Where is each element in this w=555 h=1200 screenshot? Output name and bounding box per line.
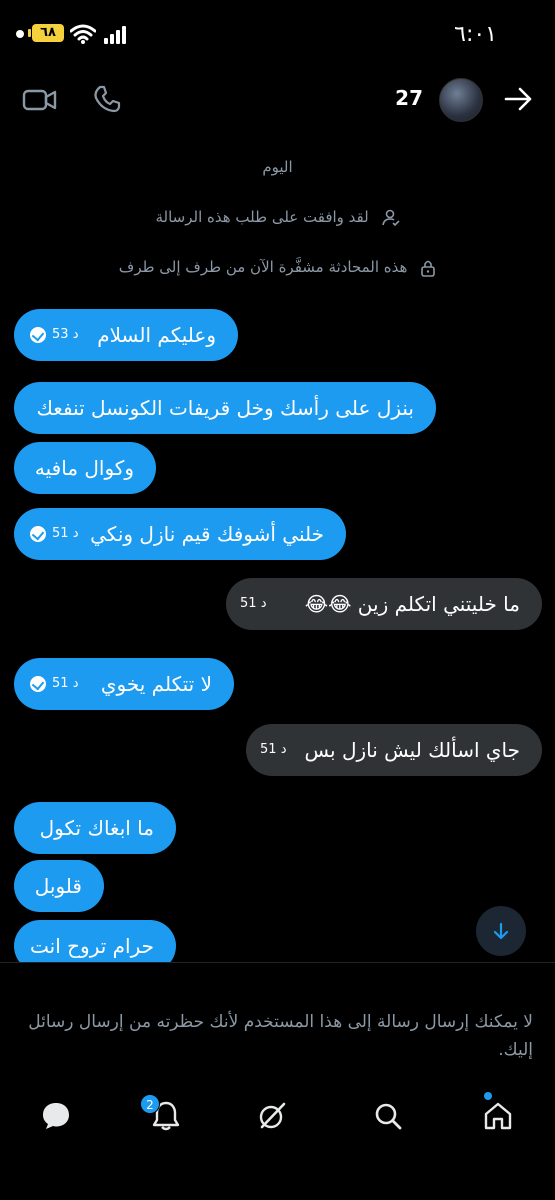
message-bubble-sent[interactable]: خلني أشوفك قيم نازل ونكي 51 د bbox=[14, 508, 346, 560]
message-text: خلني أشوفك قيم نازل ونكي bbox=[90, 522, 324, 546]
message-time: 51 د bbox=[52, 526, 79, 541]
video-call-icon[interactable] bbox=[22, 86, 58, 114]
arrow-down-icon bbox=[493, 922, 509, 940]
back-arrow-icon[interactable] bbox=[501, 82, 535, 116]
status-bar: ٦٨ ٦:٠١ bbox=[0, 0, 555, 66]
message-bubble-sent[interactable]: لا تتكلم يخوي 51 د bbox=[14, 658, 234, 710]
status-time: ٦:٠١ bbox=[454, 22, 497, 47]
message-text: ما خليتني اتكلم زين 😂😂 bbox=[304, 592, 520, 616]
date-separator: اليوم bbox=[262, 158, 293, 176]
contact-name[interactable]: 27 bbox=[395, 86, 423, 110]
message-bubble-sent[interactable]: ما ابغاك تكول bbox=[14, 802, 176, 854]
messages-tab[interactable] bbox=[34, 1094, 78, 1138]
home-tab[interactable] bbox=[476, 1094, 520, 1138]
message-time: 51 د bbox=[260, 742, 287, 757]
message-meta: 53 د bbox=[30, 309, 78, 361]
message-text: لا تتكلم يخوي bbox=[100, 672, 212, 696]
wifi-icon bbox=[70, 24, 96, 44]
message-bubble-sent[interactable]: بنزل على رأسك وخل قريفات الكونسل تنفعك bbox=[14, 382, 436, 434]
search-icon bbox=[375, 1103, 402, 1130]
encryption-text: هذه المحادثة مشفَّرة الآن من طرف إلى طرف bbox=[118, 258, 408, 276]
bottom-navigation: 2 bbox=[0, 1080, 555, 1154]
search-tab[interactable] bbox=[366, 1094, 410, 1138]
read-check-icon bbox=[30, 526, 46, 542]
message-meta: 51 د bbox=[30, 508, 78, 560]
message-time: 51 د bbox=[52, 676, 79, 691]
message-text: بنزل على رأسك وخل قريفات الكونسل تنفعك bbox=[36, 396, 414, 420]
encryption-notice: هذه المحادثة مشفَّرة الآن من طرف إلى طرف bbox=[0, 258, 555, 277]
blocked-notice: لا يمكنك إرسال رسالة إلى هذا المستخدم لأ… bbox=[28, 1012, 533, 1060]
battery-indicator: ٦٨ bbox=[28, 24, 64, 42]
home-unread-dot bbox=[484, 1092, 492, 1100]
phone-call-icon[interactable] bbox=[92, 84, 122, 114]
message-text: وكوال مافيه bbox=[34, 456, 134, 480]
person-check-icon bbox=[381, 209, 400, 226]
message-text: ما ابغاك تكول bbox=[39, 816, 154, 840]
system-gesture-bar bbox=[0, 1160, 555, 1200]
notifications-badge: 2 bbox=[140, 1094, 160, 1114]
scroll-to-bottom-button[interactable] bbox=[476, 906, 526, 956]
message-time: 51 د bbox=[240, 596, 267, 611]
read-check-icon bbox=[30, 327, 46, 343]
home-icon bbox=[484, 1102, 512, 1130]
grok-tab[interactable] bbox=[250, 1094, 294, 1138]
message-bubble-sent[interactable]: وكوال مافيه bbox=[14, 442, 156, 494]
request-accepted-text: لقد وافقت على طلب هذه الرسالة bbox=[155, 208, 369, 226]
message-meta: 51 د bbox=[260, 724, 286, 776]
message-text: وعليكم السلام bbox=[97, 323, 216, 347]
read-check-icon bbox=[30, 676, 46, 692]
message-text: جاي اسألك ليش نازل بس bbox=[304, 738, 520, 762]
message-bubble-sent[interactable]: وعليكم السلام 53 د bbox=[14, 309, 238, 361]
signal-icon bbox=[104, 26, 126, 44]
grok-icon bbox=[259, 1102, 286, 1129]
message-bubble-received[interactable]: جاي اسألك ليش نازل بس 51 د bbox=[246, 724, 542, 776]
message-meta: 51 د bbox=[240, 578, 266, 630]
message-time: 53 د bbox=[52, 327, 79, 342]
request-accepted-notice: لقد وافقت على طلب هذه الرسالة bbox=[0, 208, 555, 227]
conversation-header: 27 bbox=[0, 66, 555, 132]
lock-icon bbox=[421, 260, 436, 277]
message-text: قلوبل bbox=[34, 874, 82, 898]
contact-avatar[interactable] bbox=[439, 78, 483, 122]
notification-dot-icon bbox=[16, 30, 24, 38]
message-bubble-sent[interactable]: قلوبل bbox=[14, 860, 104, 912]
message-bubble-received[interactable]: ما خليتني اتكلم زين 😂😂 51 د bbox=[226, 578, 542, 630]
message-meta: 51 د bbox=[30, 658, 78, 710]
messages-icon bbox=[43, 1103, 69, 1129]
